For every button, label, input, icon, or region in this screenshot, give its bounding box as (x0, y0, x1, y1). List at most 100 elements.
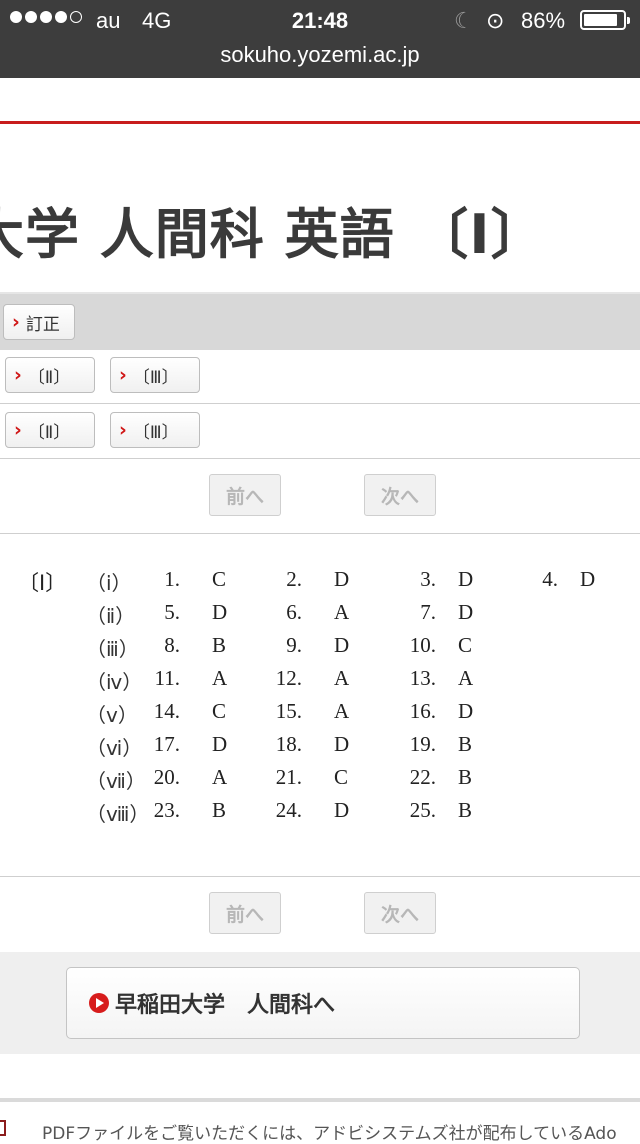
divider (0, 876, 640, 877)
answer-letter: B (458, 765, 473, 789)
section-2-button[interactable]: › 〔Ⅱ〕 (5, 412, 95, 448)
section-label: 〔Ⅱ〕 (27, 422, 71, 443)
answer-letter: C (334, 765, 349, 789)
question-number: 6. (286, 600, 302, 624)
pdf-note: PDFファイルをご覧いただくには、アドビシステムズ社が配布しているAdo (42, 1124, 617, 1144)
section-label: 〔Ⅱ〕 (27, 367, 71, 388)
question-number: 9. (286, 633, 302, 657)
section-label: 〔Ⅲ〕 (132, 367, 179, 388)
answer-letter: C (212, 699, 227, 723)
section-3-button[interactable]: › 〔Ⅲ〕 (110, 357, 200, 393)
battery-percent: 86% (521, 8, 566, 33)
question-number: 23. (153, 798, 180, 822)
answer-letter: A (458, 666, 474, 690)
answer-row: （ⅴ） 14. C 15. A 16. D (0, 699, 640, 729)
question-number: 24. (275, 798, 302, 822)
correction-band: › 訂正 (0, 292, 640, 350)
answer-letter: A (334, 699, 350, 723)
answer-row-label: （ⅲ） (86, 639, 139, 661)
pdf-icon (0, 1120, 6, 1136)
university-link-label: 早稲田大学 人間科へ (115, 993, 336, 1018)
chevron-right-icon: › (119, 419, 127, 441)
next-page-button[interactable]: 次へ (364, 892, 436, 934)
next-page-button[interactable]: 次へ (364, 474, 436, 516)
status-bar: au 4G 21:48 ☾ ⊙ 86% (0, 0, 640, 40)
answer-letter: A (212, 765, 228, 789)
university-link-button[interactable]: 早稲田大学 人間科へ (66, 967, 580, 1039)
question-number: 13. (409, 666, 436, 690)
section-3-button[interactable]: › 〔Ⅲ〕 (110, 412, 200, 448)
question-number: 3. (420, 567, 436, 591)
prev-page-button[interactable]: 前へ (209, 892, 281, 934)
question-number: 7. (420, 600, 436, 624)
answer-row-label: （ⅰ） (86, 573, 132, 595)
answer-letter: D (212, 600, 228, 624)
answer-row: （ⅱ） 5. D 6. A 7. D (0, 600, 640, 630)
answer-row: （ⅰ） 1. C 2. D 3. D 4. D (0, 567, 640, 597)
page-title: 大学 人間科 英語 〔Ⅰ〕 (0, 203, 546, 266)
answer-row: （ⅶ） 20. A 21. C 22. B (0, 765, 640, 795)
answer-letter: A (334, 600, 350, 624)
prev-page-button[interactable]: 前へ (209, 474, 281, 516)
answer-letter: D (212, 732, 228, 756)
play-circle-icon (89, 993, 109, 1013)
question-number: 8. (164, 633, 180, 657)
answer-letter: B (212, 798, 227, 822)
answer-letter: A (212, 666, 228, 690)
divider (0, 533, 640, 534)
answer-letter: B (458, 798, 473, 822)
question-number: 10. (409, 633, 436, 657)
footer-rule (0, 1098, 640, 1102)
question-number: 15. (275, 699, 302, 723)
answer-letter: D (580, 567, 596, 591)
answer-letter: D (458, 567, 474, 591)
answer-letter: D (334, 732, 350, 756)
question-number: 19. (409, 732, 436, 756)
section-nav-row: › 〔Ⅱ〕 › 〔Ⅲ〕 (0, 348, 640, 404)
battery-icon (580, 10, 630, 30)
question-number: 20. (153, 765, 180, 789)
answer-row: （ⅲ） 8. B 9. D 10. C (0, 633, 640, 663)
rotation-lock-icon: ⊙ (486, 8, 505, 33)
question-number: 1. (164, 567, 180, 591)
answer-letter: D (458, 699, 474, 723)
answer-letter: C (212, 567, 227, 591)
question-number: 12. (275, 666, 302, 690)
url-text: sokuho.yozemi.ac.jp (220, 42, 420, 67)
chevron-right-icon: › (119, 364, 127, 386)
section-nav-row: › 〔Ⅱ〕 › 〔Ⅲ〕 (0, 403, 640, 459)
header-red-rule (0, 121, 640, 124)
answer-row-label: （ⅴ） (86, 705, 138, 727)
answer-row-label: （ⅱ） (86, 606, 136, 628)
answer-letter: D (458, 600, 474, 624)
question-number: 16. (409, 699, 436, 723)
answer-row-label: （ⅵ） (86, 738, 143, 760)
chevron-right-icon: › (14, 364, 22, 386)
url-bar[interactable]: sokuho.yozemi.ac.jp (0, 40, 640, 78)
question-number: 11. (154, 666, 180, 690)
answer-row: （ⅷ） 23. B 24. D 25. B (0, 798, 640, 828)
question-number: 18. (275, 732, 302, 756)
chevron-right-icon: › (14, 419, 22, 441)
answer-row: （ⅳ） 11. A 12. A 13. A (0, 666, 640, 696)
answer-letter: B (458, 732, 473, 756)
section-2-button[interactable]: › 〔Ⅱ〕 (5, 357, 95, 393)
answer-row-label: （ⅳ） (86, 672, 143, 694)
answer-letter: D (334, 798, 350, 822)
answer-letter: B (212, 633, 227, 657)
question-number: 21. (275, 765, 302, 789)
correction-button[interactable]: › 訂正 (3, 304, 75, 340)
question-number: 5. (164, 600, 180, 624)
question-number: 17. (153, 732, 180, 756)
answer-letter: D (334, 633, 350, 657)
answer-letter: A (334, 666, 350, 690)
question-number: 22. (409, 765, 436, 789)
question-number: 14. (153, 699, 180, 723)
correction-label: 訂正 (25, 314, 60, 335)
question-number: 4. (542, 567, 558, 591)
do-not-disturb-icon: ☾ (454, 8, 474, 33)
answer-letter: D (334, 567, 350, 591)
answer-row: （ⅵ） 17. D 18. D 19. B (0, 732, 640, 762)
chevron-right-icon: › (12, 311, 20, 333)
section-label: 〔Ⅲ〕 (132, 422, 179, 443)
